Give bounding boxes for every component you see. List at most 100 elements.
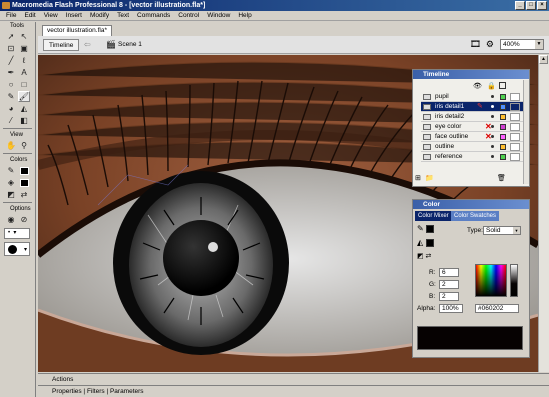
add-layer-icon[interactable]: ⊞: [415, 174, 421, 182]
paint-bucket-icon[interactable]: ◭: [18, 103, 30, 114]
arrow-icon[interactable]: ➚: [5, 31, 17, 42]
actions-panel-title[interactable]: Actions: [44, 375, 73, 385]
tab-parameters[interactable]: Parameters: [110, 388, 144, 395]
swap-icon[interactable]: ◩ ⇄: [417, 252, 431, 260]
actions-panel-bar[interactable]: Actions: [38, 373, 549, 385]
chevron-down-icon: ▼: [535, 40, 543, 49]
layer-name: iris detail2: [435, 113, 465, 120]
layer-row-iris-detail2[interactable]: iris detail2: [421, 112, 523, 122]
black-white-icon[interactable]: ◩: [5, 189, 17, 200]
window-title: Macromedia Flash Professional 8 - [vecto…: [12, 2, 206, 9]
eye-icon[interactable]: 👁: [473, 82, 482, 90]
tab-properties[interactable]: Properties: [52, 388, 82, 395]
color-preview: [417, 326, 523, 350]
color-panel-title[interactable]: Color: [413, 200, 529, 209]
fill-bucket-icon[interactable]: ◭: [417, 238, 423, 247]
hex-input[interactable]: #060202: [475, 304, 519, 313]
menu-edit[interactable]: Edit: [20, 11, 39, 21]
menu-window[interactable]: Window: [203, 11, 234, 21]
fill-color-swatch[interactable]: [18, 177, 30, 188]
scene-label[interactable]: Scene 1: [118, 40, 142, 50]
menu-file[interactable]: File: [2, 11, 20, 21]
stroke-swatch[interactable]: [426, 225, 434, 233]
zoom-select[interactable]: 400% ▼: [500, 39, 544, 50]
maximize-button[interactable]: □: [526, 1, 536, 10]
b-input[interactable]: 2: [439, 292, 459, 301]
pen-icon[interactable]: ✒: [5, 67, 17, 78]
edit-symbol-icon[interactable]: ⚙: [486, 39, 494, 50]
add-folder-icon[interactable]: 📁: [425, 174, 434, 182]
alpha-input[interactable]: 100%: [439, 304, 463, 313]
stroke-color-icon[interactable]: ✎: [5, 165, 17, 176]
menu-view[interactable]: View: [40, 11, 62, 21]
layer-icon: [423, 114, 431, 120]
pencil-icon[interactable]: ✎: [5, 91, 17, 102]
menu-text[interactable]: Text: [113, 11, 133, 21]
brush-icon[interactable]: 🖌: [18, 91, 30, 102]
tab-color-swatches[interactable]: Color Swatches: [451, 211, 500, 221]
color-spectrum[interactable]: [475, 264, 507, 297]
color-panel: Color Color Mixer Color Swatches ✎ ◭ ◩ ⇄…: [412, 199, 530, 358]
scroll-up-button[interactable]: ▲: [539, 55, 548, 64]
brightness-slider[interactable]: [510, 264, 518, 297]
menu-modify[interactable]: Modify: [86, 11, 113, 21]
stroke-color-swatch[interactable]: [18, 165, 30, 176]
edit-bar: Timeline ⇦ 🎬 Scene 1 🎞 ⚙ 400% ▼: [38, 36, 549, 54]
colors-header: Colors: [10, 157, 28, 163]
timeline-scrollbar[interactable]: [523, 80, 529, 184]
trash-icon[interactable]: 🗑: [497, 174, 506, 182]
lock-fill-icon[interactable]: ⊘: [18, 214, 30, 225]
layer-row-outline[interactable]: outline: [421, 142, 523, 152]
text-icon[interactable]: A: [18, 67, 30, 78]
ink-bottle-icon[interactable]: ◕: [5, 103, 17, 114]
window-title-bar: Macromedia Flash Professional 8 - [vecto…: [0, 0, 549, 11]
edit-scene-icon[interactable]: 🎞: [470, 39, 481, 50]
zoom-icon[interactable]: ⚲: [18, 140, 30, 151]
line-icon[interactable]: ╱: [5, 55, 17, 66]
g-label: G:: [429, 281, 436, 288]
gradient-transform-icon[interactable]: ▣: [18, 43, 30, 54]
layer-name: eye color: [435, 123, 462, 130]
timeline-toggle-button[interactable]: Timeline: [43, 39, 80, 51]
back-arrow-icon[interactable]: ⇦: [84, 40, 91, 49]
g-input[interactable]: 2: [439, 280, 459, 289]
document-tab[interactable]: vector illustration.fla*: [42, 25, 112, 36]
stroke-pencil-icon[interactable]: ✎: [417, 224, 424, 233]
oval-icon[interactable]: ○: [5, 79, 17, 90]
menu-help[interactable]: Help: [234, 11, 255, 21]
r-input[interactable]: 6: [439, 268, 459, 277]
close-button[interactable]: ×: [537, 1, 547, 10]
menu-commands[interactable]: Commands: [133, 11, 174, 21]
tab-filters[interactable]: Filters: [87, 388, 105, 395]
properties-panel-bar[interactable]: Properties | Filters | Parameters: [38, 385, 549, 397]
layer-row-iris-detail1[interactable]: iris detail1 ✎: [421, 102, 523, 112]
brush-mode-icon[interactable]: ◉: [5, 214, 17, 225]
minimize-button[interactable]: _: [515, 1, 525, 10]
menu-control[interactable]: Control: [174, 11, 203, 21]
lock-icon[interactable]: 🔒: [487, 82, 496, 90]
eraser-icon[interactable]: ◧: [18, 115, 30, 126]
subselect-icon[interactable]: ↖: [18, 31, 30, 42]
layer-row-face-outline[interactable]: face outline ✕: [421, 132, 523, 142]
vertical-scrollbar[interactable]: ▲: [538, 55, 549, 372]
layer-row-reference[interactable]: reference: [421, 152, 523, 162]
type-select[interactable]: Solid ▼: [483, 226, 521, 235]
eyedropper-icon[interactable]: ⁄: [5, 115, 17, 126]
rectangle-icon[interactable]: □: [18, 79, 30, 90]
brush-shape-select[interactable]: ▾: [4, 242, 30, 256]
menu-insert[interactable]: Insert: [62, 11, 86, 21]
hand-icon[interactable]: ✋: [5, 140, 17, 151]
free-transform-icon[interactable]: ⊡: [5, 43, 17, 54]
layer-name: outline: [435, 143, 455, 150]
lasso-icon[interactable]: ℓ: [18, 55, 30, 66]
layer-icon: [423, 104, 431, 110]
swap-colors-icon[interactable]: ⇄: [18, 189, 30, 200]
timeline-panel-title[interactable]: Timeline: [413, 70, 529, 79]
fill-swatch[interactable]: [426, 239, 434, 247]
fill-color-icon[interactable]: ◈: [5, 177, 17, 188]
tab-color-mixer[interactable]: Color Mixer: [415, 211, 452, 221]
layer-row-eye-color[interactable]: eye color ✕: [421, 122, 523, 132]
layer-row-pupil[interactable]: pupil: [421, 92, 523, 102]
brush-size-select[interactable]: • ▾: [4, 228, 30, 239]
outline-toggle-icon[interactable]: [499, 82, 506, 89]
